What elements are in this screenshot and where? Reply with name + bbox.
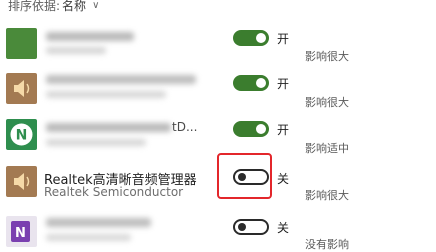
blurred-publisher (46, 234, 131, 241)
toggle-state: 开 (277, 77, 290, 91)
startup-impact: 影响很大 (305, 96, 349, 109)
startup-toggle[interactable] (233, 121, 269, 137)
toggle-state: 关 (277, 172, 290, 186)
startup-impact: 影响很大 (305, 50, 349, 63)
svg-text:N: N (15, 226, 26, 241)
sort-by-label: 排序依据: (8, 0, 61, 13)
toggle-state: 开 (277, 123, 290, 137)
startup-impact: 影响很大 (305, 189, 349, 202)
highlight-box (217, 153, 272, 199)
startup-toggle[interactable] (233, 75, 269, 91)
startup-app-row: N 关 没有影响 (0, 208, 436, 252)
startup-impact: 没有影响 (305, 238, 349, 251)
toggle-state: 关 (277, 221, 290, 235)
blurred-app-name (46, 32, 134, 41)
n-logo-icon: N (6, 119, 37, 150)
blurred-publisher (46, 91, 166, 98)
chevron-down-icon: ∨ (92, 0, 100, 11)
speaker-icon (6, 166, 37, 197)
startup-toggle[interactable] (233, 30, 269, 46)
startup-toggle[interactable] (233, 219, 269, 235)
sort-by-dropdown[interactable]: 排序依据: 名称 ∨ (8, 0, 99, 14)
startup-app-row: 开 影响很大 (0, 67, 436, 111)
startup-app-row: 开 影响很大 (0, 22, 436, 66)
speaker-icon (6, 73, 37, 104)
startup-impact: 影响适中 (305, 142, 349, 155)
app-publisher: Realtek Semiconductor (44, 185, 184, 199)
blurred-app-name (46, 75, 196, 84)
toggle-state: 开 (277, 32, 290, 46)
svg-text:N: N (16, 128, 28, 144)
onenote-icon: N (6, 216, 37, 247)
blurred-publisher (46, 139, 146, 146)
blurred-app-name (46, 218, 151, 227)
sort-by-value: 名称 (62, 0, 87, 13)
green-square-icon (6, 28, 37, 59)
app-name-tail: tD... (172, 120, 198, 134)
blurred-publisher (46, 47, 106, 54)
blurred-app-name (46, 123, 171, 132)
startup-app-row: N tD... 开 影响适中 (0, 113, 436, 157)
